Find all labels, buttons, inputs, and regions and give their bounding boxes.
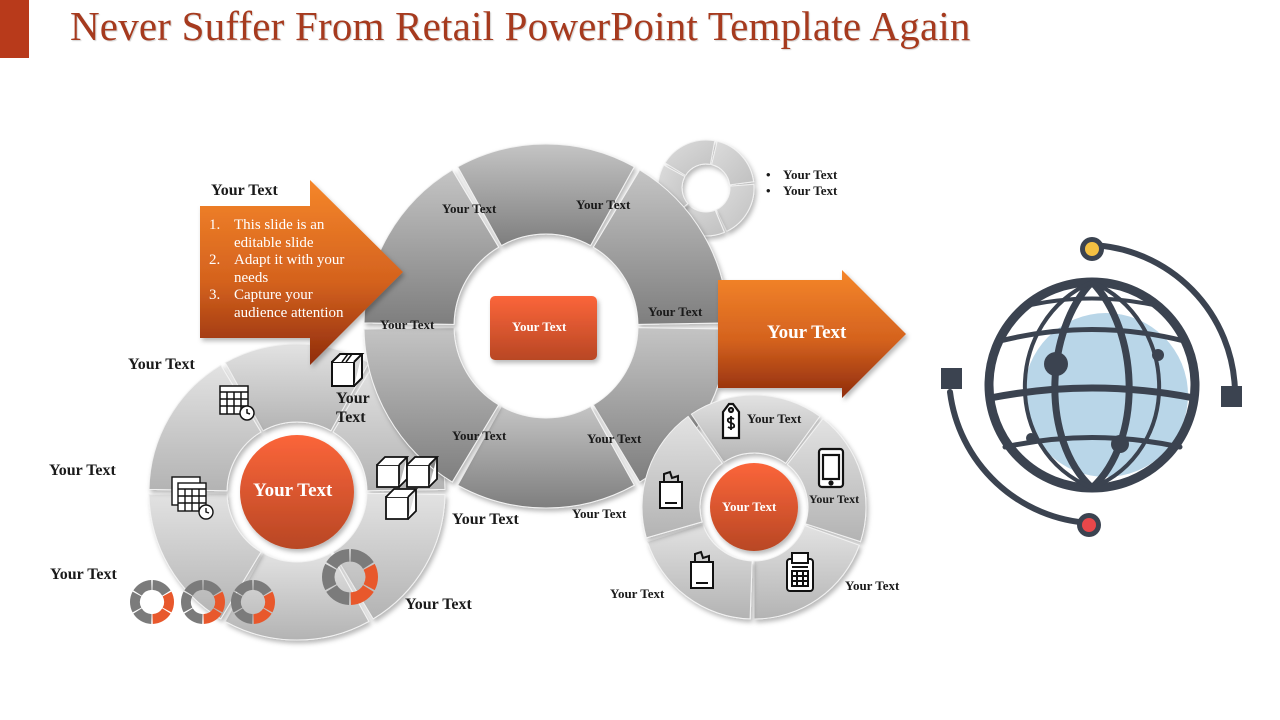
mini-donut-segment: [715, 183, 755, 232]
main-wheel-segment-label: Your Text: [442, 201, 497, 216]
red-node: [1082, 518, 1096, 532]
left-wheel-segment-label: Your Text: [49, 462, 116, 479]
legend-item: • Your Text: [766, 167, 838, 182]
list-item: 1. This slide is an editable slide: [209, 217, 325, 251]
main-wheel-segment-label: Your Text: [648, 304, 703, 319]
donut-progress-icon: [130, 580, 175, 624]
donut-progress-segment: [133, 608, 152, 624]
shopping-bag-icon: [690, 550, 714, 589]
left-wheel-segment-label: Your Text: [50, 566, 117, 583]
globe-network-icon: [941, 237, 1242, 537]
mini-donut-segment: [711, 140, 755, 186]
main-wheel-segment-label: Your Text: [587, 431, 642, 446]
right-wheel-segment-label: Your Text: [845, 578, 900, 593]
left-arrow-list: 1. This slide is an editable slide 2. Adap…: [209, 217, 369, 322]
square-node: [941, 368, 962, 389]
legend-item: • Your Text: [766, 183, 838, 198]
main-wheel-segment-label: Your Text: [380, 317, 435, 332]
main-wheel-segment-label: Your Text: [576, 197, 631, 212]
right-wheel-segment-label: Your Text: [747, 411, 802, 426]
donut-progress-segment: [130, 591, 142, 613]
right-wheel-segment-label: Your Text: [610, 586, 665, 601]
left-wheel-segment-label: Your Text: [336, 390, 370, 426]
shopping-bag-icon: [659, 470, 683, 509]
donut-progress-segment: [133, 580, 152, 596]
right-wheel-center-label: Your Text: [722, 499, 777, 514]
donut-progress-segment: [162, 591, 175, 613]
right-arrow-label: Your Text: [767, 322, 847, 343]
pos-terminal-icon: [786, 552, 814, 592]
smartphone-icon: [817, 447, 845, 489]
main-wheel-center-label: Your Text: [512, 319, 567, 334]
left-wheel-segment-label: Your Text: [405, 596, 472, 613]
left-wheel-center-label: Your Text: [253, 480, 333, 501]
price-tag-icon: [721, 402, 741, 440]
list-item: 3. Capture your audience attention: [209, 287, 344, 321]
list-item: 2. Adapt it with your needs: [209, 252, 345, 286]
left-arrow-heading: Your Text: [211, 182, 278, 199]
main-wheel-segment-label: Your Text: [452, 428, 507, 443]
donut-progress-segment: [152, 580, 171, 596]
right-wheel-segment-label: Your Text: [572, 506, 627, 521]
right-wheel-segment-label: Your Text: [809, 492, 860, 506]
square-node: [1221, 386, 1242, 407]
yellow-node: [1085, 242, 1099, 256]
left-wheel-segment-label: Your Text: [128, 356, 195, 373]
donut-progress-segment: [184, 608, 203, 624]
left-wheel-segment-label: Your Text: [452, 511, 519, 528]
donut-progress-segment: [152, 608, 171, 624]
mini-donut-legend: • Your Text • Your Text: [766, 167, 837, 199]
